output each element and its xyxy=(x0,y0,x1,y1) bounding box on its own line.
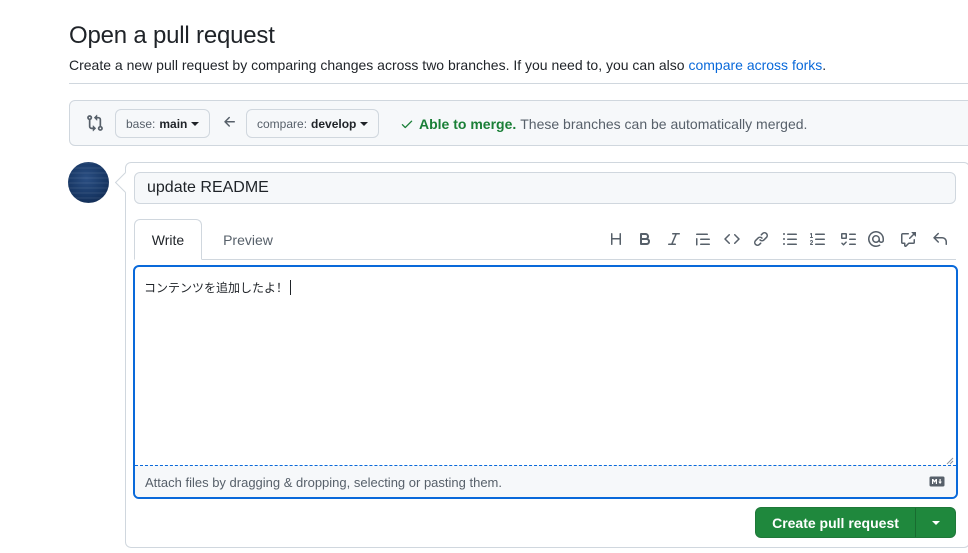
base-branch-name: main xyxy=(159,116,188,131)
undo-icon[interactable] xyxy=(930,229,950,249)
code-icon[interactable] xyxy=(722,229,742,249)
merge-ok-label: Able to merge. xyxy=(419,116,517,132)
subtitle-period: . xyxy=(822,57,827,73)
quote-icon[interactable] xyxy=(693,229,713,249)
pr-title-input[interactable]: update README xyxy=(134,172,956,204)
page-title: Open a pull request xyxy=(69,22,275,49)
markdown-icon[interactable] xyxy=(929,476,945,487)
create-pull-request-button[interactable]: Create pull request xyxy=(755,507,956,538)
attach-files-bar[interactable]: Attach files by dragging & dropping, sel… xyxy=(135,465,956,497)
cross-reference-icon[interactable] xyxy=(898,229,918,249)
chevron-down-icon xyxy=(360,121,369,126)
pr-body-value: コンテンツを追加したよ！ xyxy=(144,281,289,295)
resize-handle-icon[interactable] xyxy=(946,457,954,465)
create-pull-request-label[interactable]: Create pull request xyxy=(756,508,916,537)
tab-write[interactable]: Write xyxy=(134,219,202,260)
pr-body-textarea[interactable]: コンテンツを追加したよ！ Attach files by dragging & … xyxy=(133,265,958,499)
check-icon xyxy=(401,120,413,129)
compare-prefix: compare: xyxy=(257,116,308,131)
chevron-down-icon xyxy=(191,121,200,126)
avatar[interactable] xyxy=(68,162,109,203)
heading-icon[interactable] xyxy=(606,229,626,249)
link-icon[interactable] xyxy=(751,229,771,249)
base-prefix: base: xyxy=(126,116,156,131)
pr-body-text: コンテンツを追加したよ！ xyxy=(144,279,292,296)
task-list-icon[interactable] xyxy=(838,229,858,249)
tab-preview[interactable]: Preview xyxy=(213,219,283,260)
arrow-left-icon xyxy=(224,116,235,127)
unordered-list-icon[interactable] xyxy=(780,229,800,249)
compare-across-forks-link[interactable]: compare across forks xyxy=(688,57,822,73)
attach-files-hint: Attach files by dragging & dropping, sel… xyxy=(145,475,502,490)
bold-icon[interactable] xyxy=(635,229,655,249)
page-subtitle: Create a new pull request by comparing c… xyxy=(69,57,826,73)
compare-branch-select[interactable]: compare: develop xyxy=(246,109,380,138)
text-cursor xyxy=(290,280,292,295)
git-compare-icon xyxy=(87,114,103,132)
mention-icon[interactable] xyxy=(866,229,886,249)
base-branch-select[interactable]: base: main xyxy=(115,109,211,138)
merge-message: These branches can be automatically merg… xyxy=(520,116,808,132)
italic-icon[interactable] xyxy=(664,229,684,249)
ordered-list-icon[interactable] xyxy=(808,229,828,249)
branch-range-bar: base: main compare: develop Able to merge.… xyxy=(69,100,968,146)
compare-branch-name: develop xyxy=(311,116,357,131)
merge-status: Able to merge. These branches can be aut… xyxy=(400,116,807,132)
chevron-down-icon xyxy=(931,520,940,525)
subtitle-text: Create a new pull request by comparing c… xyxy=(69,57,685,73)
header-divider xyxy=(69,83,968,84)
create-options-dropdown[interactable] xyxy=(916,508,955,537)
